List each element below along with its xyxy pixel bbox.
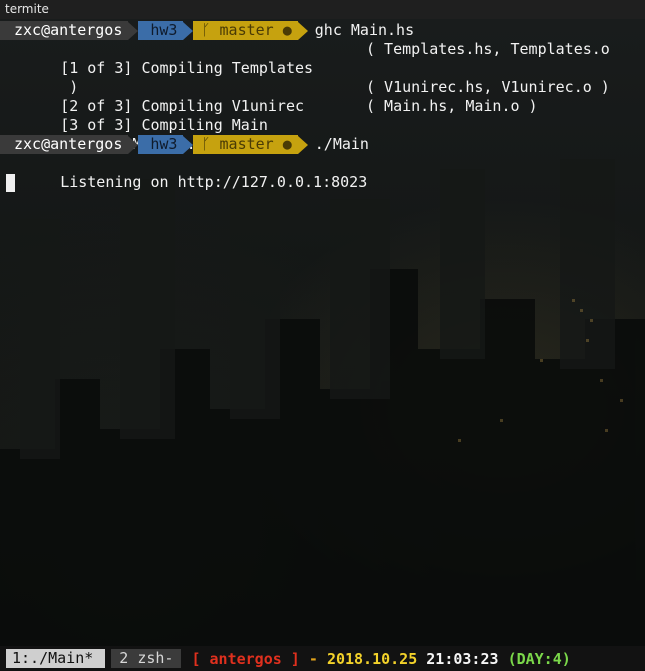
output-line: Linking Main ... — [0, 116, 645, 153]
powerline-separator-icon — [297, 135, 308, 154]
output-line: [3 of 3] Compiling Main ( Main.hs, Main.… — [0, 97, 645, 134]
dirty-indicator: ● — [282, 135, 292, 153]
prompt-directory: hw3 — [138, 135, 184, 154]
prompt-user: zxc@antergos — [0, 135, 129, 154]
terminal-output: zxc@antergos hw3 ᚴ master ● ghc Main.hs … — [0, 21, 645, 191]
terminal-cursor — [6, 174, 15, 192]
tmux-window-active[interactable]: 1:./Main* — [6, 649, 106, 668]
powerline-separator-icon — [128, 135, 139, 154]
status-day: (DAY:4) — [507, 649, 571, 668]
output-line: [1 of 3] Compiling Templates ( Templates… — [0, 40, 645, 77]
tmux-statusbar: 1:./Main* 2 zsh- [ antergos ] - 2018.10.… — [0, 646, 645, 671]
prompt-line: zxc@antergos hw3 ᚴ master ● ghc Main.hs — [0, 21, 645, 40]
status-time: 21:03:23 — [426, 649, 499, 668]
compile-files: ( Templates.hs, Templates.o — [366, 40, 610, 58]
status-host: [ antergos ] — [191, 649, 300, 668]
prompt-branch: master — [219, 135, 274, 153]
window-title: termite — [5, 2, 49, 16]
output-line: [2 of 3] Compiling V1unirec ( V1unirec.h… — [0, 78, 645, 115]
output-line: Listening on http://127.0.0.1:8023 — [0, 154, 645, 191]
prompt-branch: master — [219, 21, 274, 39]
terminal-area[interactable]: zxc@antergos hw3 ᚴ master ● ghc Main.hs … — [0, 19, 645, 646]
compile-files: ( Main.hs, Main.o ) — [366, 97, 538, 115]
listening-text: Listening on http://127.0.0.1:8023 — [60, 173, 368, 191]
window-titlebar: termite — [0, 0, 645, 19]
status-date: 2018.10.25 — [326, 649, 418, 668]
prompt-line: zxc@antergos hw3 ᚴ master ● ./Main — [0, 135, 645, 154]
tmux-window-inactive[interactable]: 2 zsh- — [111, 649, 182, 668]
prompt-git-segment: ᚴ master ● — [193, 21, 298, 40]
powerline-separator-icon — [297, 21, 308, 40]
git-branch-icon: ᚴ — [201, 21, 211, 39]
prompt-command: ./Main — [314, 135, 369, 153]
prompt-command: ghc Main.hs — [314, 21, 415, 39]
powerline-separator-icon — [183, 135, 194, 154]
git-branch-icon: ᚴ — [201, 135, 211, 153]
output-line: ) — [0, 59, 645, 96]
powerline-separator-icon — [128, 21, 139, 40]
powerline-separator-icon — [183, 21, 194, 40]
status-separator: - — [299, 649, 327, 668]
prompt-git-segment: ᚴ master ● — [193, 135, 298, 154]
dirty-indicator: ● — [282, 21, 292, 39]
prompt-user: zxc@antergos — [0, 21, 129, 40]
compile-files: ( V1unirec.hs, V1unirec.o ) — [366, 78, 610, 96]
prompt-directory: hw3 — [138, 21, 184, 40]
